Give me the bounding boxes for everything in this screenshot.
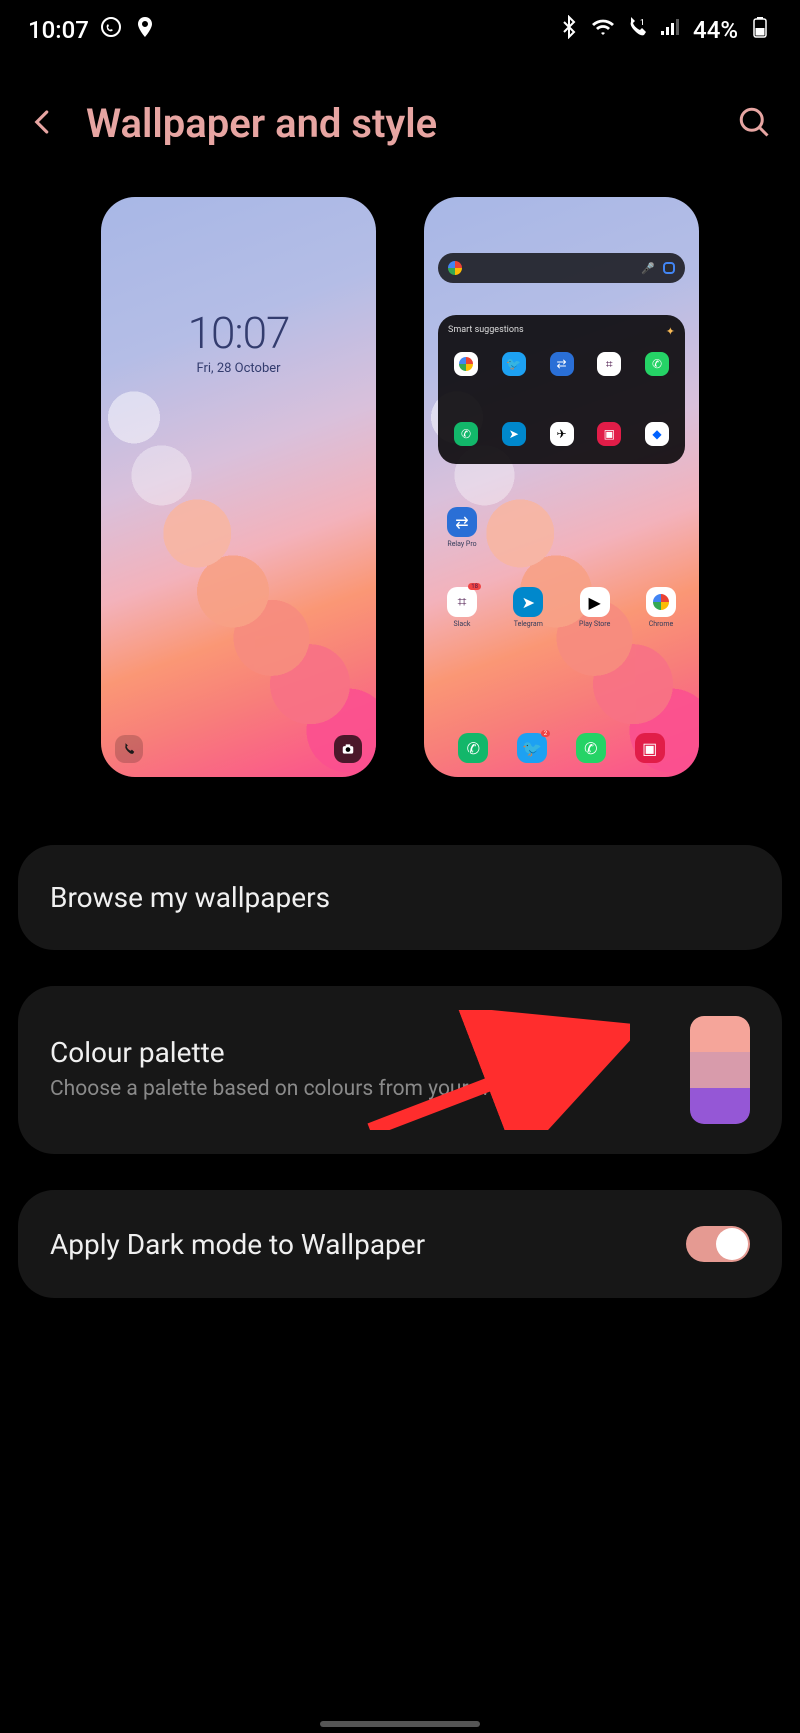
app-label: Relay Pro xyxy=(447,540,476,548)
bluetooth-icon xyxy=(557,15,581,45)
battery-text: 44% xyxy=(693,16,738,44)
camera-icon xyxy=(334,735,362,763)
svg-text:1: 1 xyxy=(640,18,645,27)
item-subtitle: Choose a palette based on colours from y… xyxy=(50,1075,690,1103)
call-icon: 1 xyxy=(625,15,649,45)
page-title: Wallpaper and style xyxy=(86,100,708,147)
homescreen-preview[interactable]: 🎤 Smart suggestions ✦ 🐦 ⇄ ⌗ ✆ ✆ ➤ ✈ ▣ ◆ xyxy=(424,197,699,777)
item-title: Apply Dark mode to Wallpaper xyxy=(50,1228,686,1261)
lens-icon xyxy=(663,262,675,274)
lock-date: Fri, 28 October xyxy=(101,361,376,376)
suggestions-widget: Smart suggestions ✦ 🐦 ⇄ ⌗ ✆ ✆ ➤ ✈ ▣ ◆ xyxy=(438,315,685,464)
lockscreen-preview[interactable]: 10:07 Fri, 28 October xyxy=(101,197,376,777)
palette-swatch xyxy=(690,1016,750,1124)
dark-mode-wallpaper-item[interactable]: Apply Dark mode to Wallpaper xyxy=(18,1190,782,1298)
mic-icon: 🎤 xyxy=(641,262,655,275)
wallpaper-previews: 10:07 Fri, 28 October 🎤 Smart suggestion… xyxy=(0,197,800,817)
nav-handle[interactable] xyxy=(320,1721,480,1727)
colour-palette-item[interactable]: Colour palette Choose a palette based on… xyxy=(18,986,782,1154)
app-relay-pro: ⇄ Relay Pro xyxy=(438,507,486,548)
sparkle-icon: ✦ xyxy=(666,325,675,338)
status-time: 10:07 xyxy=(28,16,89,44)
google-search-widget: 🎤 xyxy=(438,253,685,283)
status-right: 1 44% xyxy=(557,15,772,45)
dark-mode-toggle[interactable] xyxy=(686,1226,750,1262)
phone-icon xyxy=(115,735,143,763)
google-icon xyxy=(448,261,462,275)
whatsapp-icon xyxy=(99,15,123,45)
wifi-icon xyxy=(591,15,615,45)
search-button[interactable] xyxy=(736,104,772,144)
battery-icon xyxy=(748,15,772,45)
settings-list: Browse my wallpapers Colour palette Choo… xyxy=(0,817,800,1298)
dock-row: ✆ 🐦2 ✆ ▣ xyxy=(438,733,685,763)
apps-row-1: ⌗18Slack ➤Telegram ▶Play Store Chrome xyxy=(438,587,685,628)
widget-title: Smart suggestions xyxy=(448,325,524,338)
status-left: 10:07 xyxy=(28,15,157,45)
status-bar: 10:07 1 44% xyxy=(0,0,800,60)
lock-clock: 10:07 Fri, 28 October xyxy=(101,307,376,376)
item-title: Colour palette xyxy=(50,1036,690,1069)
item-title: Browse my wallpapers xyxy=(50,881,750,914)
back-button[interactable] xyxy=(28,107,58,141)
browse-wallpapers-item[interactable]: Browse my wallpapers xyxy=(18,845,782,950)
location-icon xyxy=(133,15,157,45)
page-header: Wallpaper and style xyxy=(0,60,800,197)
signal-icon xyxy=(659,15,683,45)
lock-time: 10:07 xyxy=(101,307,376,359)
